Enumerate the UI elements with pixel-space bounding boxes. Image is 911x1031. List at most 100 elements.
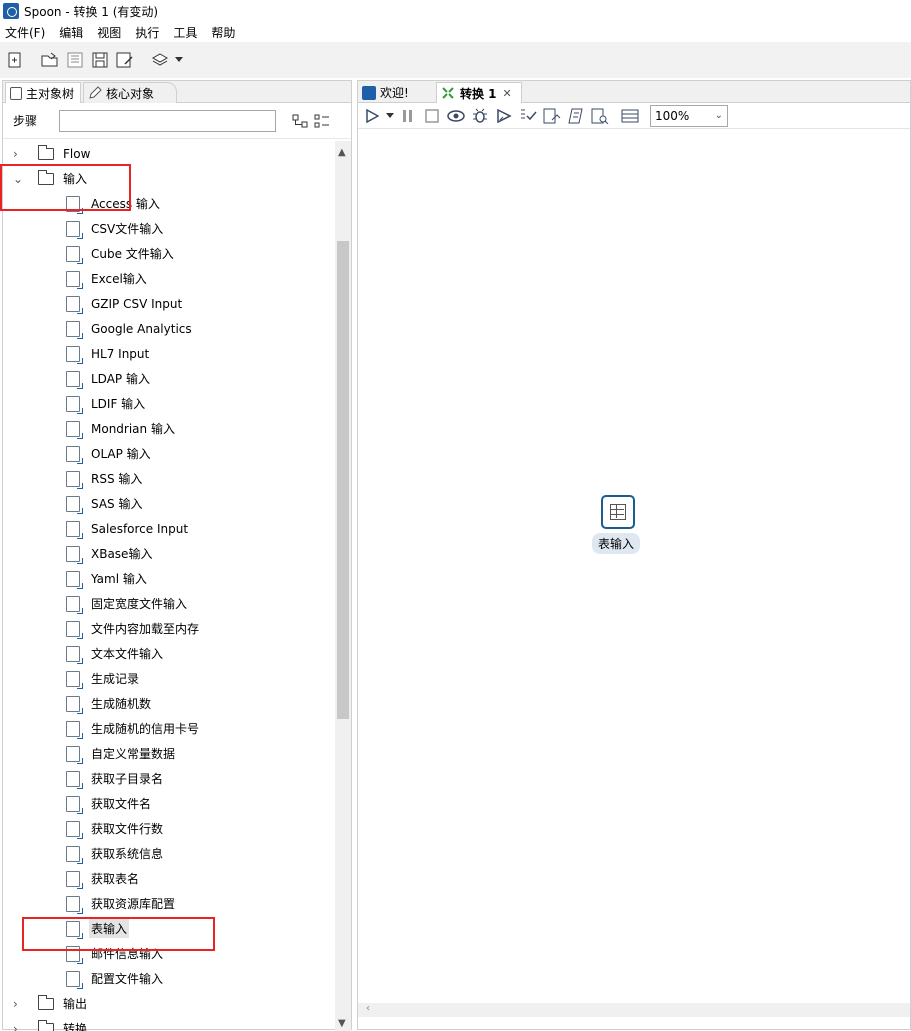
folder-label-flow: Flow xyxy=(63,147,90,161)
tree-item-label: SAS 输入 xyxy=(91,495,142,512)
zoom-select[interactable]: 100% ⌄ xyxy=(650,105,728,127)
tree-item-label: RSS 输入 xyxy=(91,470,142,487)
right-panel: 欢迎! 转换 1 ✕ 100% ⌄ 表输入 ‹ xyxy=(357,80,911,1030)
canvas-horizontal-scrollbar[interactable]: ‹ xyxy=(358,1003,910,1017)
run-dropdown-icon[interactable] xyxy=(386,106,394,126)
tree-item-label: XBase输入 xyxy=(91,545,152,562)
scroll-up-icon[interactable]: ▲ xyxy=(338,147,346,158)
transformation-canvas[interactable]: 表输入 ‹ xyxy=(358,131,910,1017)
hl7-input-icon xyxy=(66,346,80,362)
tree-item[interactable]: LDAP 输入 xyxy=(3,366,335,391)
tree-item[interactable]: Access 输入 xyxy=(3,191,335,216)
tree-item-label: 自定义常量数据 xyxy=(91,745,175,762)
tree-item[interactable]: 文件内容加载至内存 xyxy=(3,616,335,641)
xbase-input-icon xyxy=(66,546,80,562)
tree-folder-input[interactable]: ⌄ 输入 xyxy=(3,166,335,191)
run-icon[interactable] xyxy=(362,106,382,126)
sql-icon[interactable] xyxy=(566,106,586,126)
tree-scrollbar[interactable]: ▲ ▼ xyxy=(335,141,351,1031)
tree-item-label: 获取子目录名 xyxy=(91,770,163,787)
tab-main-label: 主对象树 xyxy=(26,85,74,102)
tree-item-selected[interactable]: 表输入 xyxy=(3,916,335,941)
tab-welcome[interactable]: 欢迎! xyxy=(358,82,434,103)
tab-transformation[interactable]: 转换 1 ✕ xyxy=(436,82,522,103)
show-results-icon[interactable] xyxy=(620,106,640,126)
tree-item[interactable]: 生成随机数 xyxy=(3,691,335,716)
tree-item[interactable]: 获取文件名 xyxy=(3,791,335,816)
tree-folder-flow[interactable]: › Flow xyxy=(3,141,335,166)
tree-item[interactable]: Cube 文件输入 xyxy=(3,241,335,266)
layers-icon[interactable] xyxy=(149,49,171,71)
debug-icon[interactable] xyxy=(470,106,490,126)
save-as-icon[interactable] xyxy=(114,49,136,71)
scrollbar-thumb[interactable] xyxy=(337,241,349,719)
tree-item[interactable]: SAS 输入 xyxy=(3,491,335,516)
tree-item[interactable]: 自定义常量数据 xyxy=(3,741,335,766)
tree-search-icon xyxy=(10,87,22,100)
tree-item[interactable]: RSS 输入 xyxy=(3,466,335,491)
tree-item[interactable]: LDIF 输入 xyxy=(3,391,335,416)
text-file-input-icon xyxy=(66,646,80,662)
tree-item[interactable]: Excel输入 xyxy=(3,266,335,291)
replay-icon[interactable] xyxy=(494,106,514,126)
tree-item[interactable]: 文本文件输入 xyxy=(3,641,335,666)
explore-db-icon[interactable] xyxy=(590,106,610,126)
tree-item[interactable]: Salesforce Input xyxy=(3,516,335,541)
tree-item[interactable]: Google Analytics xyxy=(3,316,335,341)
new-file-icon[interactable] xyxy=(4,49,26,71)
tree-item[interactable]: Mondrian 输入 xyxy=(3,416,335,441)
tree-item[interactable]: 获取表名 xyxy=(3,866,335,891)
menu-run[interactable]: 执行 xyxy=(135,24,159,41)
tree-item[interactable]: 配置文件输入 xyxy=(3,966,335,991)
tree-item[interactable]: 获取子目录名 xyxy=(3,766,335,791)
tree-item[interactable]: 生成记录 xyxy=(3,666,335,691)
preview-icon[interactable] xyxy=(446,106,466,126)
step-search-row: 步骤 xyxy=(3,103,351,139)
expand-tree-icon[interactable] xyxy=(314,113,330,129)
tree-folder-transform[interactable]: › 转换 xyxy=(3,1016,335,1031)
tree-item[interactable]: GZIP CSV Input xyxy=(3,291,335,316)
canvas-toolbar: 100% ⌄ xyxy=(358,103,910,129)
tree-item[interactable]: 获取系统信息 xyxy=(3,841,335,866)
save-icon[interactable] xyxy=(89,49,111,71)
tab-core-objects[interactable]: 核心对象 xyxy=(83,82,177,103)
menu-help[interactable]: 帮助 xyxy=(211,24,235,41)
tree-item[interactable]: Yaml 输入 xyxy=(3,566,335,591)
stop-icon[interactable] xyxy=(422,106,442,126)
tree-folder-output[interactable]: › 输出 xyxy=(3,991,335,1016)
verify-icon[interactable] xyxy=(518,106,538,126)
tree-item[interactable]: XBase输入 xyxy=(3,541,335,566)
tree-item-label: 邮件信息输入 xyxy=(91,945,163,962)
chevron-right-icon[interactable]: › xyxy=(13,149,23,159)
tree-item[interactable]: CSV文件输入 xyxy=(3,216,335,241)
properties-input-icon xyxy=(66,971,80,987)
tree-item[interactable]: 获取资源库配置 xyxy=(3,891,335,916)
salesforce-input-icon xyxy=(66,521,80,537)
menu-tools[interactable]: 工具 xyxy=(173,24,197,41)
tree-item[interactable]: 邮件信息输入 xyxy=(3,941,335,966)
explore-repository-icon[interactable] xyxy=(64,49,86,71)
close-icon[interactable]: ✕ xyxy=(503,87,512,100)
tree-item[interactable]: 固定宽度文件输入 xyxy=(3,591,335,616)
table-input-step-node[interactable] xyxy=(601,495,635,529)
collapse-tree-icon[interactable] xyxy=(292,113,308,129)
chevron-down-icon[interactable] xyxy=(174,49,184,71)
chevron-down-icon[interactable]: ⌄ xyxy=(13,174,23,184)
tree-item[interactable]: OLAP 输入 xyxy=(3,441,335,466)
transformation-icon xyxy=(441,86,455,100)
menu-file[interactable]: 文件(F) xyxy=(5,24,45,41)
menu-view[interactable]: 视图 xyxy=(97,24,121,41)
get-table-names-icon xyxy=(66,871,80,887)
chevron-right-icon[interactable]: › xyxy=(13,999,23,1009)
impact-analysis-icon[interactable] xyxy=(542,106,562,126)
open-file-icon[interactable] xyxy=(39,49,61,71)
tree-item[interactable]: 生成随机的信用卡号 xyxy=(3,716,335,741)
menu-edit[interactable]: 编辑 xyxy=(59,24,83,41)
tree-item-label: HL7 Input xyxy=(91,347,149,361)
step-search-input[interactable] xyxy=(59,110,276,132)
tab-main-object-tree[interactable]: 主对象树 xyxy=(5,82,81,103)
tree-item[interactable]: HL7 Input xyxy=(3,341,335,366)
scroll-down-icon[interactable]: ▼ xyxy=(338,1018,346,1029)
tree-item[interactable]: 获取文件行数 xyxy=(3,816,335,841)
pause-icon[interactable] xyxy=(398,106,418,126)
